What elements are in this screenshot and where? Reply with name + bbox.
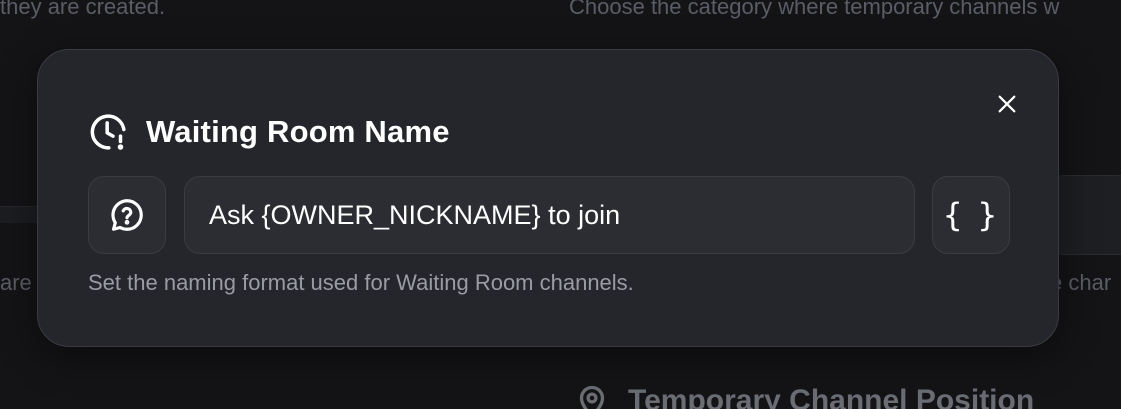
background-input-right (1050, 175, 1121, 255)
waiting-room-name-field[interactable] (184, 176, 915, 254)
message-question-icon-box (88, 176, 166, 254)
braces-icon: { } (942, 196, 1000, 234)
message-question-icon (111, 199, 143, 231)
settings-page: they are created. Choose the category wh… (0, 0, 1121, 409)
close-button[interactable] (993, 90, 1021, 118)
waiting-room-name-dialog: Waiting Room Name { } Set the naming for… (37, 49, 1059, 347)
clock-alert-icon (90, 114, 126, 150)
background-section-heading-label: Temporary Channel Position (628, 384, 1035, 409)
close-icon (998, 95, 1016, 113)
location-pin-icon (579, 385, 605, 409)
waiting-room-name-input[interactable] (209, 199, 890, 231)
dialog-title: Waiting Room Name (146, 114, 450, 149)
field-helper-text: Set the naming format used for Waiting R… (88, 270, 634, 295)
background-helper-left: are (0, 270, 32, 295)
insert-variable-button[interactable]: { } (932, 176, 1010, 254)
background-description-left: they are created. (0, 0, 166, 19)
background-description-right: Choose the category where temporary chan… (569, 0, 1060, 19)
dialog-header: Waiting Room Name (88, 112, 450, 152)
background-input-left (0, 206, 40, 223)
background-helper-right: e char (1050, 270, 1112, 295)
background-section-heading: Temporary Channel Position (574, 383, 1034, 409)
